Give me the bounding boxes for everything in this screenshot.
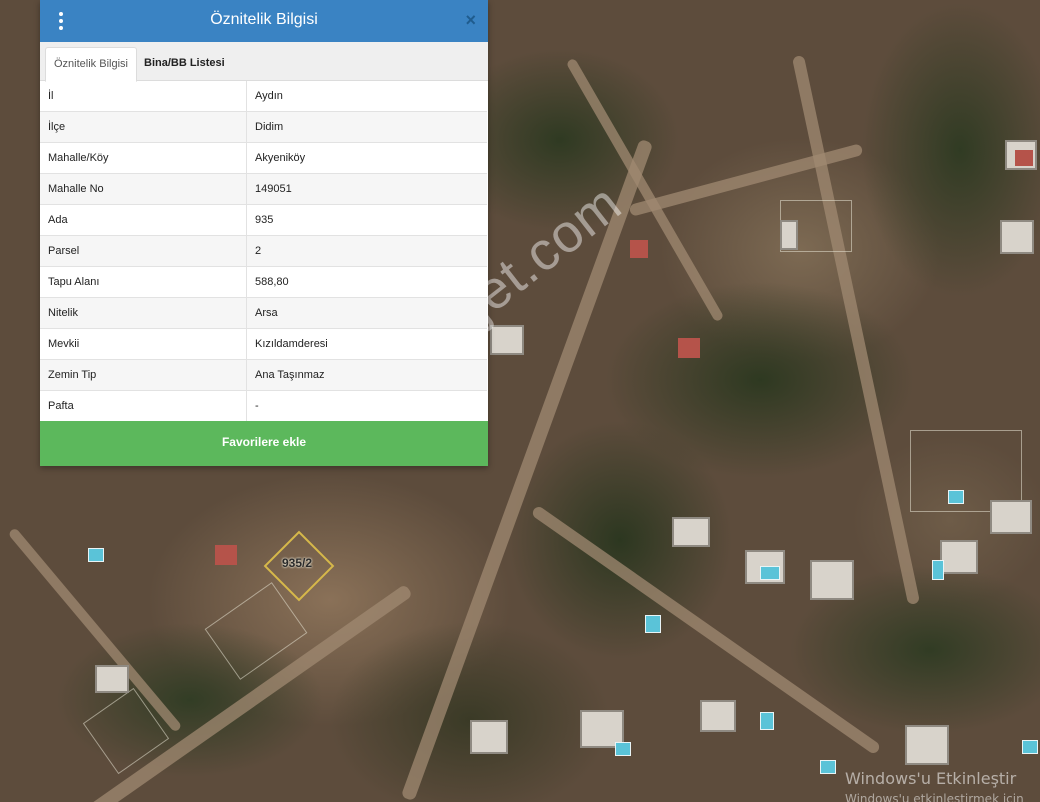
tab-attribute-info[interactable]: Öznitelik Bilgisi bbox=[45, 47, 137, 82]
attribute-value: - bbox=[246, 390, 487, 422]
attribute-key: Nitelik bbox=[40, 297, 247, 329]
tab-building-list[interactable]: Bina/BB Listesi bbox=[136, 47, 233, 79]
attribute-value: Ana Taşınmaz bbox=[246, 359, 487, 391]
activate-windows-notice: Windows'u Etkinleştir bbox=[845, 769, 1017, 788]
table-row: Parsel 2 bbox=[40, 235, 487, 267]
attribute-value: Didim bbox=[246, 111, 487, 143]
swimming-pool bbox=[1022, 740, 1038, 754]
table-row: Pafta - bbox=[40, 390, 487, 422]
building bbox=[905, 725, 949, 765]
building bbox=[95, 665, 129, 693]
building bbox=[1000, 220, 1034, 254]
attribute-value: 2 bbox=[246, 235, 487, 267]
attribute-value: Arsa bbox=[246, 297, 487, 329]
attribute-key: Tapu Alanı bbox=[40, 266, 247, 298]
building bbox=[700, 700, 736, 732]
attribute-key: Mevkii bbox=[40, 328, 247, 360]
attribute-value: 149051 bbox=[246, 173, 487, 205]
table-row: İlçe Didim bbox=[40, 111, 487, 143]
attribute-value: 935 bbox=[246, 204, 487, 236]
table-row: Nitelik Arsa bbox=[40, 297, 487, 329]
red-roof bbox=[678, 338, 700, 358]
building bbox=[470, 720, 508, 754]
attribute-value: Kızıldamderesi bbox=[246, 328, 487, 360]
panel-title: Öznitelik Bilgisi bbox=[210, 11, 318, 28]
panel-header: Öznitelik Bilgisi × bbox=[40, 0, 488, 42]
road bbox=[791, 54, 921, 606]
building bbox=[780, 220, 798, 250]
attribute-key: Parsel bbox=[40, 235, 247, 267]
building bbox=[672, 517, 710, 547]
swimming-pool bbox=[932, 560, 944, 580]
table-row: Mahalle/Köy Akyeniköy bbox=[40, 142, 487, 174]
attribute-table: İl Aydın İlçe Didim Mahalle/Köy Akyeniköy Maha… bbox=[40, 81, 487, 422]
table-row: Tapu Alanı 588,80 bbox=[40, 266, 487, 298]
building bbox=[490, 325, 524, 355]
red-roof bbox=[215, 545, 237, 565]
panel-tabs: Öznitelik Bilgisi Bina/BB Listesi bbox=[40, 42, 488, 82]
attribute-value: Akyeniköy bbox=[246, 142, 487, 174]
add-to-favorites-button[interactable]: Favorilere ekle bbox=[40, 421, 488, 466]
table-row: İl Aydın bbox=[40, 81, 487, 112]
attribute-key: Mahalle No bbox=[40, 173, 247, 205]
table-row: Mahalle No 149051 bbox=[40, 173, 487, 205]
activate-windows-subtext: Windows'u etkinleştirmek için bbox=[845, 792, 1024, 802]
swimming-pool bbox=[760, 712, 774, 730]
attribute-key: Zemin Tip bbox=[40, 359, 247, 391]
attribute-key: Mahalle/Köy bbox=[40, 142, 247, 174]
table-row: Zemin Tip Ana Taşınmaz bbox=[40, 359, 487, 391]
table-row: Mevkii Kızıldamderesi bbox=[40, 328, 487, 360]
swimming-pool bbox=[820, 760, 836, 774]
attribute-key: Ada bbox=[40, 204, 247, 236]
swimming-pool bbox=[760, 566, 780, 580]
parcel-label: 935/2 bbox=[281, 556, 313, 570]
swimming-pool bbox=[948, 490, 964, 504]
red-roof bbox=[630, 240, 648, 258]
building bbox=[940, 540, 978, 574]
swimming-pool bbox=[88, 548, 104, 562]
red-roof bbox=[1015, 150, 1033, 166]
attribute-key: Pafta bbox=[40, 390, 247, 422]
building bbox=[990, 500, 1032, 534]
table-row: Ada 935 bbox=[40, 204, 487, 236]
close-icon[interactable]: × bbox=[465, 10, 476, 30]
swimming-pool bbox=[615, 742, 631, 756]
building bbox=[810, 560, 854, 600]
attribute-key: İl bbox=[40, 81, 247, 112]
attribute-value: Aydın bbox=[246, 81, 487, 112]
attribute-value: 588,80 bbox=[246, 266, 487, 298]
attribute-info-panel: Öznitelik Bilgisi × Öznitelik Bilgisi Bi… bbox=[40, 0, 488, 466]
swimming-pool bbox=[645, 615, 661, 633]
attribute-key: İlçe bbox=[40, 111, 247, 143]
